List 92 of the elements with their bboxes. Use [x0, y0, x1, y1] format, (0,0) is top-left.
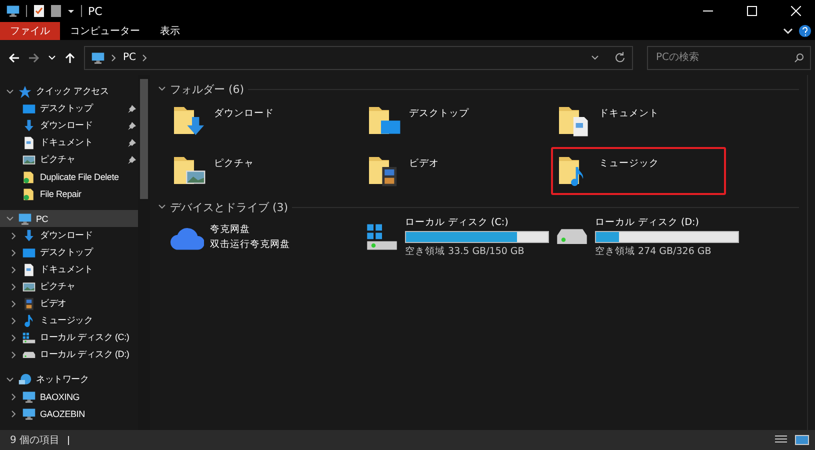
picture-icon: [22, 280, 36, 294]
chevron-down-icon[interactable]: [158, 85, 166, 93]
new-folder-icon: [51, 5, 61, 17]
chevron-down-icon[interactable]: [158, 203, 166, 211]
desktop-icon: [22, 102, 36, 116]
drive-tile[interactable]: ローカル ディスク (D:) 空き領域 274 GB/326 GB: [551, 215, 746, 259]
chevron-right-icon[interactable]: [10, 392, 18, 400]
document-icon: [22, 136, 36, 150]
chevron-right-icon: [142, 54, 148, 62]
folder-tile[interactable]: ビデオ: [361, 147, 531, 195]
search-box[interactable]: PCの検索: [647, 46, 811, 70]
sidebar-item[interactable]: デスクトップ: [0, 244, 138, 261]
document-icon: [22, 262, 36, 276]
folder-tile[interactable]: ダウンロード: [166, 97, 341, 145]
folder-tile[interactable]: デスクトップ: [361, 97, 531, 145]
properties-icon: [33, 5, 45, 17]
window-title: PC: [88, 4, 104, 18]
sidebar-item[interactable]: ダウンロード: [0, 227, 138, 244]
chevron-right-icon: [111, 54, 117, 62]
sidebar-item[interactable]: ビデオ: [0, 295, 138, 312]
file-menu-tab[interactable]: ファイル: [0, 22, 60, 40]
sidebar-item[interactable]: ローカル ディスク (D:): [0, 346, 138, 363]
folder-check-icon: [22, 186, 36, 200]
back-button[interactable]: [8, 52, 20, 64]
download-arrow-icon: [22, 118, 36, 132]
folder-check-icon: [22, 170, 36, 184]
folder-tile[interactable]: ピクチャ: [166, 147, 341, 195]
help-icon[interactable]: [799, 25, 811, 37]
chevron-right-icon[interactable]: [10, 350, 18, 358]
monitor-icon: [18, 212, 32, 226]
refresh-icon[interactable]: [614, 52, 626, 64]
monitor-icon: [6, 4, 20, 18]
chevron-down-icon[interactable]: [6, 214, 14, 222]
download-arrow-icon: [22, 228, 36, 242]
network-icon: [18, 372, 32, 386]
breadcrumb[interactable]: PC: [123, 52, 136, 63]
ribbon-tab[interactable]: コンピューター: [60, 22, 150, 40]
item-count: 9 個の項目: [10, 434, 60, 447]
sidebar-item[interactable]: GAOZEBIN: [0, 405, 138, 422]
star-icon: [18, 84, 32, 98]
picture-icon: [22, 152, 36, 166]
dropdown-icon[interactable]: [590, 52, 600, 62]
up-button[interactable]: [64, 52, 76, 64]
group-header: デバイスとドライブ (3): [170, 200, 288, 214]
sidebar-item[interactable]: ドキュメント: [0, 134, 138, 151]
sidebar-item[interactable]: Duplicate File Delete: [0, 168, 138, 185]
ribbon-tab[interactable]: 表示: [150, 22, 190, 40]
monitor-icon: [22, 390, 36, 404]
sidebar-item[interactable]: デスクトップ: [0, 100, 138, 117]
drive-tile[interactable]: ローカル ディスク (C:) 空き領域 33.5 GB/150 GB: [361, 215, 551, 259]
sidebar-item[interactable]: BAOXING: [0, 388, 138, 405]
chevron-right-icon[interactable]: [10, 316, 18, 324]
system-drive-icon: [22, 330, 36, 344]
chevron-right-icon[interactable]: [10, 232, 18, 240]
search-icon: [794, 52, 804, 62]
chevron-down-icon[interactable]: [6, 376, 14, 384]
sidebar-section[interactable]: ネットワーク: [0, 371, 138, 388]
monitor-icon: [22, 406, 36, 420]
monitor-icon: [91, 50, 105, 64]
search-input[interactable]: PCの検索: [654, 51, 794, 64]
drive-icon: [555, 227, 589, 247]
sidebar-item[interactable]: ミュージック: [0, 312, 138, 329]
sidebar-item[interactable]: ダウンロード: [0, 117, 138, 134]
dropdown-icon[interactable]: [67, 7, 75, 15]
chevron-right-icon[interactable]: [10, 410, 18, 418]
forward-button[interactable]: [28, 52, 40, 64]
chevron-right-icon[interactable]: [10, 334, 18, 342]
chevron-right-icon[interactable]: [10, 300, 18, 308]
sidebar-section[interactable]: PC: [0, 210, 138, 227]
app-tile[interactable]: 夸克网盘 双击运行夸克网盘: [166, 215, 361, 259]
sidebar-item[interactable]: ピクチャ: [0, 278, 138, 295]
sidebar-item[interactable]: ローカル ディスク (C:): [0, 329, 138, 346]
recent-locations-button[interactable]: [48, 54, 56, 62]
chevron-down-icon[interactable]: [6, 88, 14, 96]
group-header: フォルダー (6): [170, 82, 244, 96]
address-bar[interactable]: PC: [84, 46, 633, 70]
expand-ribbon-icon[interactable]: [783, 26, 793, 36]
close-icon: [791, 6, 801, 16]
drive-icon: [22, 350, 36, 358]
chevron-right-icon[interactable]: [10, 248, 18, 256]
highlighted-folder-tile[interactable]: ミュージック: [551, 147, 726, 195]
sidebar-item[interactable]: ドキュメント: [0, 261, 138, 278]
maximize-icon: [747, 6, 757, 16]
folder-tile[interactable]: ドキュメント: [551, 97, 726, 145]
desktop-icon: [22, 246, 36, 260]
sidebar-item[interactable]: File Repair: [0, 185, 138, 202]
sidebar-item[interactable]: ピクチャ: [0, 151, 138, 168]
chevron-right-icon[interactable]: [10, 282, 18, 290]
sidebar-section[interactable]: クイック アクセス: [0, 83, 138, 100]
details-view-icon[interactable]: [775, 435, 787, 445]
chevron-right-icon[interactable]: [10, 266, 18, 274]
film-icon: [22, 296, 36, 310]
